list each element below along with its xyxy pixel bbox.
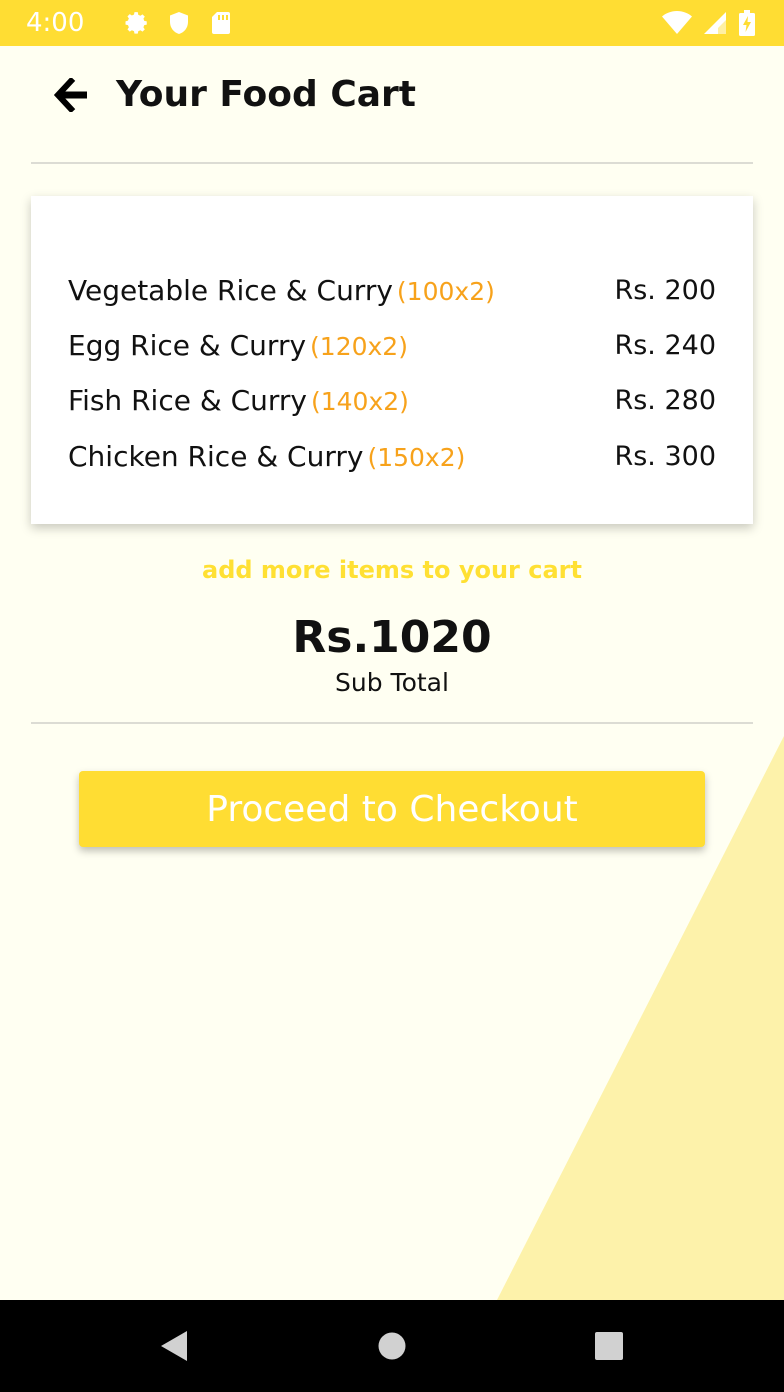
cart-item: Chicken Rice & Curry (150x2) Rs. 300 xyxy=(68,436,716,476)
proceed-to-checkout-button[interactable]: Proceed to Checkout xyxy=(79,771,705,847)
subtotal-value: Rs.1020 xyxy=(292,612,492,663)
recents-square-icon xyxy=(595,1332,623,1360)
header: Your Food Cart xyxy=(52,74,416,115)
navigation-bar xyxy=(0,1300,784,1392)
arrow-left-icon xyxy=(54,77,87,112)
subtotal-divider xyxy=(31,722,753,724)
nav-back-button[interactable] xyxy=(154,1326,194,1366)
status-bar: 4:00 xyxy=(0,0,784,46)
add-more-items-link[interactable]: add more items to your cart xyxy=(0,556,784,584)
main-content: Your Food Cart Vegetable Rice & Curry (1… xyxy=(0,46,784,1300)
cart-item-name: Vegetable Rice & Curry xyxy=(68,273,393,307)
cart-item-price: Rs. 280 xyxy=(614,384,716,416)
status-right xyxy=(662,0,756,46)
home-circle-icon xyxy=(378,1332,406,1360)
battery-icon xyxy=(738,10,756,36)
gear-icon xyxy=(124,10,150,36)
nav-home-button[interactable] xyxy=(372,1326,412,1366)
cart-item-price: Rs. 300 xyxy=(614,440,716,472)
cart-item-left: Fish Rice & Curry (140x2) xyxy=(68,384,409,417)
cart-item-quantity: (100x2) xyxy=(396,276,495,306)
nav-recents-button[interactable] xyxy=(589,1326,629,1366)
sd-card-icon xyxy=(208,10,234,36)
cart-item: Fish Rice & Curry (140x2) Rs. 280 xyxy=(68,380,716,420)
cart-item-quantity: (120x2) xyxy=(310,331,408,361)
cart-item-left: Chicken Rice & Curry (150x2) xyxy=(68,440,465,473)
subtotal-label: Sub Total xyxy=(335,668,449,697)
cart-item-price: Rs. 200 xyxy=(614,274,716,306)
wifi-icon xyxy=(662,10,692,36)
status-time: 4:00 xyxy=(26,8,85,38)
shield-icon xyxy=(166,10,192,36)
cart-item-left: Egg Rice & Curry (120x2) xyxy=(68,329,408,362)
cart-item: Egg Rice & Curry (120x2) Rs. 240 xyxy=(68,325,716,365)
cart-item-name: Chicken Rice & Curry xyxy=(68,439,364,473)
cart-item: Vegetable Rice & Curry (100x2) Rs. 200 xyxy=(68,270,716,310)
cart-item-name: Fish Rice & Curry xyxy=(68,383,307,417)
back-button[interactable] xyxy=(52,75,92,115)
header-divider xyxy=(31,162,753,164)
signal-icon xyxy=(702,10,728,36)
back-triangle-icon xyxy=(161,1331,187,1361)
page-title: Your Food Cart xyxy=(116,74,416,115)
cart-item-quantity: (140x2) xyxy=(310,386,409,416)
cart-item-quantity: (150x2) xyxy=(367,442,466,472)
cart-item-left: Vegetable Rice & Curry (100x2) xyxy=(68,274,495,307)
cart-card: Vegetable Rice & Curry (100x2) Rs. 200 E… xyxy=(31,196,753,524)
cart-item-price: Rs. 240 xyxy=(614,329,716,361)
cart-item-name: Egg Rice & Curry xyxy=(68,328,307,362)
status-left: 4:00 xyxy=(26,8,234,38)
